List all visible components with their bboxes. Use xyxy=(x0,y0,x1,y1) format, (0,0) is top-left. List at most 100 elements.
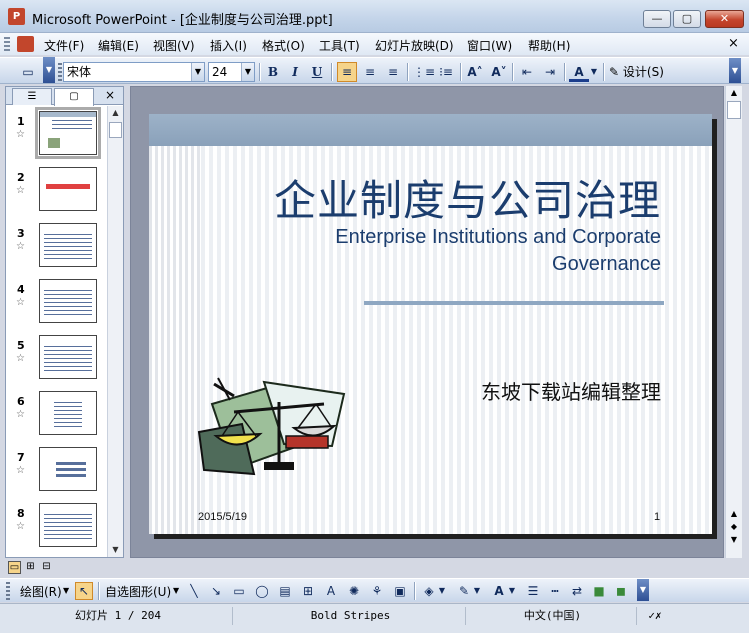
menu-format[interactable]: 格式(O) xyxy=(262,37,305,54)
list-item[interactable]: 8 ☆ xyxy=(6,501,107,557)
decrease-indent-icon[interactable]: ⇤ xyxy=(517,62,537,82)
design-button[interactable]: ✎ 设计(S) xyxy=(609,62,664,82)
slide-date[interactable]: 2015/5/19 xyxy=(198,511,247,523)
menu-insert[interactable]: 插入(I) xyxy=(210,37,247,54)
align-left-icon[interactable]: ≡ xyxy=(337,62,357,82)
spelling-status-icon[interactable]: ✓✗ xyxy=(640,607,670,625)
menu-help[interactable]: 帮助(H) xyxy=(528,37,570,54)
chevron-down-icon[interactable]: ▼ xyxy=(507,582,517,600)
textbox-icon[interactable]: ▤ xyxy=(276,582,294,600)
chevron-down-icon[interactable]: ▼ xyxy=(472,582,482,600)
grow-font-icon[interactable]: A˄ xyxy=(465,62,485,82)
menu-grip-handle[interactable] xyxy=(4,37,10,51)
shadow-style-icon[interactable]: ■ xyxy=(590,582,608,600)
powerpoint-app-icon[interactable]: P xyxy=(8,8,25,25)
arrow-icon[interactable]: ↘ xyxy=(207,582,225,600)
menu-slideshow[interactable]: 幻灯片放映(D) xyxy=(375,37,454,54)
italic-button[interactable]: I xyxy=(285,62,305,82)
slideshow-icon[interactable]: ⊟ xyxy=(40,561,53,574)
close-button[interactable]: ✕ xyxy=(705,10,744,28)
menu-file[interactable]: 文件(F) xyxy=(44,37,84,54)
diagram-icon[interactable]: ✺ xyxy=(345,582,363,600)
scroll-thumb[interactable] xyxy=(109,122,122,138)
select-browse-icon[interactable]: ◆ xyxy=(726,520,742,533)
line-icon[interactable]: ╲ xyxy=(185,582,203,600)
toolbar-options-chevron[interactable]: ▼ xyxy=(729,58,741,83)
toolbar-options-chevron[interactable]: ▼ xyxy=(43,57,55,83)
bold-button[interactable]: B xyxy=(263,62,283,82)
font-color-icon[interactable]: A xyxy=(569,62,589,82)
new-icon[interactable]: ▭ xyxy=(18,62,38,82)
chevron-down-icon[interactable]: ▼ xyxy=(589,62,599,82)
slide-thumbnail[interactable] xyxy=(39,503,97,547)
wordart-icon[interactable]: A xyxy=(322,582,340,600)
arrow-style-icon[interactable]: ⇄ xyxy=(568,582,586,600)
font-color-icon[interactable]: A xyxy=(490,582,508,600)
toolbar-grip[interactable] xyxy=(6,582,10,600)
bullets-icon[interactable]: ⁝≡ xyxy=(436,62,456,82)
oval-icon[interactable]: ◯ xyxy=(253,582,271,600)
list-item[interactable]: 7 ☆ xyxy=(6,445,107,501)
shrink-font-icon[interactable]: A˅ xyxy=(489,62,509,82)
chevron-down-icon[interactable]: ▼ xyxy=(191,63,204,81)
slide-thumbnail[interactable] xyxy=(35,107,101,159)
normal-view-icon[interactable]: ▭ xyxy=(8,561,21,574)
slide-thumbnail[interactable] xyxy=(39,391,97,435)
align-center-icon[interactable]: ≡ xyxy=(360,62,380,82)
font-name-combo[interactable]: 宋体 ▼ xyxy=(63,62,205,82)
line-color-icon[interactable]: ✎ xyxy=(455,582,473,600)
slide-edit-area[interactable]: 企业制度与公司治理 Enterprise Institutions and Co… xyxy=(130,86,724,558)
line-style-icon[interactable]: ☰ xyxy=(524,582,542,600)
slide-subtitle[interactable]: 东坡下载站编辑整理 xyxy=(419,376,661,405)
menu-tools[interactable]: 工具(T) xyxy=(319,37,360,54)
select-pointer-icon[interactable]: ↖ xyxy=(75,582,93,600)
slide-thumbnail[interactable] xyxy=(39,447,97,491)
scroll-up-icon[interactable]: ▲ xyxy=(108,106,123,120)
list-item[interactable]: 4 ☆ xyxy=(6,277,107,333)
slide-sorter-icon[interactable]: ⊞ xyxy=(24,561,37,574)
document-close-button[interactable]: × xyxy=(728,36,739,51)
minimize-button[interactable]: — xyxy=(643,10,671,28)
rectangle-icon[interactable]: ▭ xyxy=(230,582,248,600)
dash-style-icon[interactable]: ┅ xyxy=(546,582,564,600)
vertical-textbox-icon[interactable]: ⊞ xyxy=(299,582,317,600)
scroll-down-icon[interactable]: ▼ xyxy=(108,543,123,557)
slide-thumbnail[interactable] xyxy=(39,279,97,323)
underline-button[interactable]: U xyxy=(307,62,327,82)
chevron-down-icon[interactable]: ▼ xyxy=(63,586,69,595)
slide-title[interactable]: 企业制度与公司治理 xyxy=(229,167,661,228)
pane-close-button[interactable]: × xyxy=(105,88,115,102)
slide-thumbnail[interactable] xyxy=(39,167,97,211)
justice-scale-clipart[interactable] xyxy=(194,374,349,479)
thumbnail-scrollbar[interactable]: ▲ ▼ xyxy=(107,106,123,557)
previous-slide-icon[interactable]: ▲ xyxy=(726,507,742,520)
slide-page-number[interactable]: 1 xyxy=(654,511,660,523)
chevron-down-icon[interactable]: ▼ xyxy=(437,582,447,600)
maximize-button[interactable]: ▢ xyxy=(673,10,701,28)
font-size-combo[interactable]: 24 ▼ xyxy=(208,62,255,82)
align-right-icon[interactable]: ≡ xyxy=(383,62,403,82)
scroll-up-icon[interactable]: ▲ xyxy=(726,86,742,100)
clipart-icon[interactable]: ⚘ xyxy=(368,582,386,600)
list-item[interactable]: 1 ☆ xyxy=(6,107,107,165)
next-slide-icon[interactable]: ▼ xyxy=(726,533,742,546)
autoshapes-menu-button[interactable]: 自选图形(U) xyxy=(105,583,171,600)
fill-color-icon[interactable]: ◈ xyxy=(420,582,438,600)
outline-tab[interactable]: ☰ xyxy=(12,88,52,105)
increase-indent-icon[interactable]: ⇥ xyxy=(540,62,560,82)
3d-style-icon[interactable]: ◼ xyxy=(612,582,630,600)
slide-scrollbar[interactable]: ▲ ▲ ◆ ▼ xyxy=(725,86,742,558)
chevron-down-icon[interactable]: ▼ xyxy=(241,63,254,81)
slide-canvas[interactable]: 企业制度与公司治理 Enterprise Institutions and Co… xyxy=(149,114,712,534)
list-item[interactable]: 2 ☆ xyxy=(6,165,107,221)
menu-window[interactable]: 窗口(W) xyxy=(467,37,512,54)
toolbar-grip[interactable] xyxy=(58,63,62,81)
menu-view[interactable]: 视图(V) xyxy=(153,37,195,54)
numbering-icon[interactable]: ⋮≡ xyxy=(413,62,435,82)
slide-thumbnail[interactable] xyxy=(39,223,97,267)
list-item[interactable]: 3 ☆ xyxy=(6,221,107,277)
document-icon[interactable] xyxy=(17,36,34,52)
chevron-down-icon[interactable]: ▼ xyxy=(173,586,179,595)
slides-tab[interactable]: ▢ xyxy=(54,88,94,106)
slide-title-english[interactable]: Enterprise Institutions and Corporate Go… xyxy=(289,224,661,278)
